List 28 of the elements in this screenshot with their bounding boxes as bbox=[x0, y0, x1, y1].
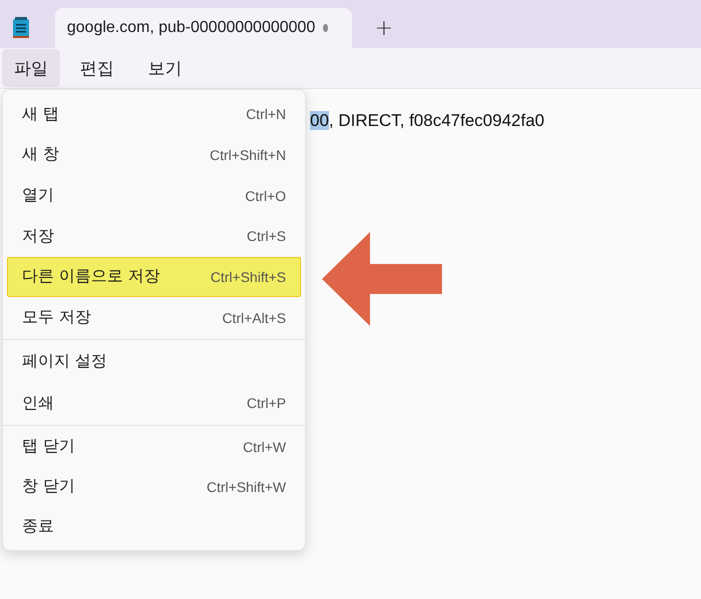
shortcut-label: Ctrl+Alt+S bbox=[222, 310, 286, 326]
menu-item[interactable]: 다른 이름으로 저장 Ctrl+Shift+S bbox=[7, 256, 301, 298]
shortcut-label: Ctrl+P bbox=[246, 395, 286, 412]
menu-item[interactable]: 새 창 Ctrl+Shift+N bbox=[7, 134, 301, 176]
new-tab-button[interactable]: + bbox=[364, 10, 404, 46]
menu-item[interactable]: 새 탭 Ctrl+N bbox=[7, 94, 301, 135]
tab-title: google.com, pub-00000000000000 bbox=[67, 19, 316, 37]
shortcut-label: Ctrl+W bbox=[242, 438, 286, 455]
menu-item[interactable]: 페이지 설정 bbox=[7, 340, 301, 382]
shortcut-label: Ctrl+S bbox=[246, 228, 286, 244]
menu-title[interactable]: 파일 bbox=[2, 49, 60, 87]
shortcut-label: Ctrl+Shift+S bbox=[210, 268, 286, 285]
menu-title[interactable]: 편집 bbox=[68, 49, 126, 87]
editor-text: 00, DIRECT, f08c47fec0942fa0 bbox=[310, 111, 544, 130]
notepad-icon bbox=[12, 17, 30, 39]
shortcut-label: Ctrl+O bbox=[245, 188, 286, 204]
shortcut-label: Ctrl+Shift+W bbox=[206, 478, 286, 495]
document-tab[interactable]: google.com, pub-00000000000000 bbox=[55, 8, 352, 48]
shortcut-label: Ctrl+Shift+N bbox=[210, 146, 286, 163]
menu-item[interactable]: 탭 닫기 Ctrl+W bbox=[7, 427, 301, 467]
menu-item[interactable]: 인쇄 Ctrl+P bbox=[7, 382, 301, 424]
menu-item[interactable]: 저장 Ctrl+S bbox=[7, 216, 301, 257]
menu-item[interactable]: 열기 Ctrl+O bbox=[7, 175, 301, 216]
shortcut-label: Ctrl+N bbox=[246, 106, 286, 122]
menu-item[interactable]: 종료 bbox=[7, 506, 301, 546]
menu-item[interactable]: 창 닫기 Ctrl+Shift+W bbox=[7, 466, 301, 506]
menu-item[interactable]: 모두 저장 Ctrl+Alt+S bbox=[7, 297, 301, 338]
menu-title[interactable]: 보기 bbox=[136, 49, 194, 87]
